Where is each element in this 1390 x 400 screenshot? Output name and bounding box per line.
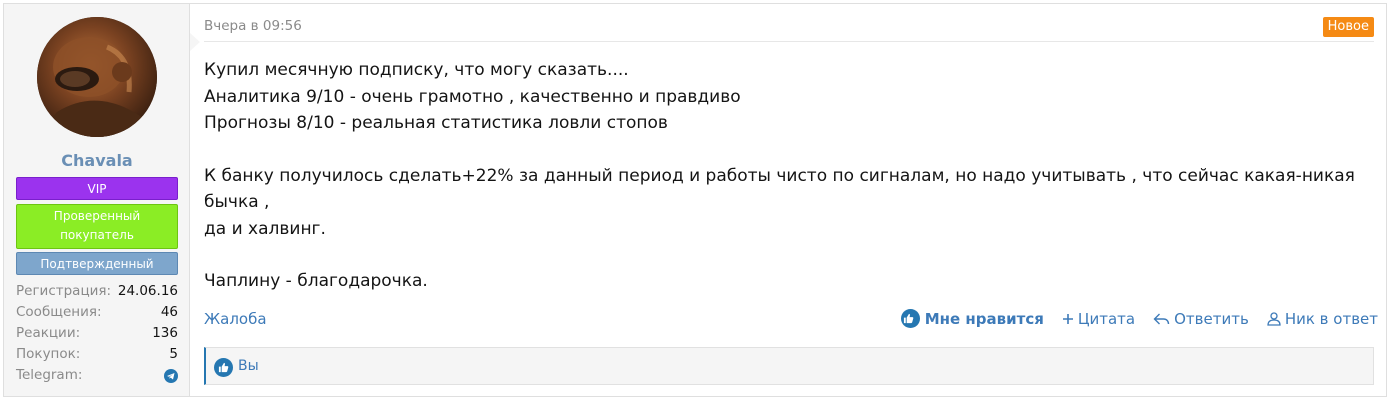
stat-registration: Регистрация: 24.06.16 — [16, 281, 178, 302]
mention-button[interactable]: Ник в ответ — [1267, 310, 1378, 328]
stat-label: Telegram: — [16, 367, 83, 383]
reply-button[interactable]: Ответить — [1153, 310, 1249, 328]
user-sidebar: Chavala VIP Проверенный покупатель Подтв… — [4, 4, 190, 396]
mention-label: Ник в ответ — [1284, 309, 1378, 328]
post-line: Чаплину - благодарочка. — [204, 271, 428, 291]
thumbs-up-icon — [900, 309, 920, 328]
reply-icon — [1153, 313, 1170, 324]
stat-label: Регистрация: — [16, 283, 112, 299]
badge-vip: VIP — [16, 177, 178, 200]
post-line: Купил месячную подписку, что могу сказат… — [204, 60, 629, 80]
post-line: Аналитика 9/10 - очень грамотно , качест… — [204, 86, 741, 107]
header-divider — [204, 41, 1374, 42]
username[interactable]: Chavala — [4, 151, 190, 170]
stat-value[interactable]: 46 — [161, 302, 178, 323]
post-date[interactable]: Вчера в 09:56 — [204, 18, 302, 34]
stat-telegram: Telegram: — [16, 365, 178, 386]
reactions-text[interactable]: Вы — [238, 358, 259, 374]
user-icon — [1267, 311, 1281, 326]
stat-reactions: Реакции: 136 — [16, 323, 178, 344]
stat-messages: Сообщения: 46 — [16, 302, 178, 323]
plus-icon — [1062, 313, 1073, 324]
badge-confirmed: Подтвержденный — [16, 252, 178, 275]
quote-label: Цитата — [1077, 309, 1136, 328]
like-label: Мне нравится — [924, 309, 1044, 328]
stat-label: Реакции: — [16, 325, 81, 341]
stat-label: Покупок: — [16, 346, 81, 362]
stat-purchases: Покупок: 5 — [16, 344, 178, 365]
badge-verified-buyer: Проверенный покупатель — [16, 204, 178, 249]
report-link[interactable]: Жалоба — [204, 310, 267, 328]
reactions-bar: Вы — [204, 347, 1374, 385]
message-post: Chavala VIP Проверенный покупатель Подтв… — [3, 3, 1387, 397]
stat-value: 24.06.16 — [117, 283, 178, 299]
post-body: Купил месячную подписку, что могу сказат… — [204, 57, 1374, 295]
badge-verified-buyer-line1: Проверенный — [53, 209, 141, 223]
reply-label: Ответить — [1174, 309, 1249, 328]
post-actions: Мне нравится Цитата Ответить Ник в ответ — [900, 309, 1378, 328]
post-line: Прогнозы 8/10 - реальная статистика ловл… — [204, 113, 668, 133]
like-button[interactable]: Мне нравится — [900, 309, 1044, 328]
post-main: Вчера в 09:56 Новое Купил месячную подпи… — [190, 4, 1386, 396]
thumbs-up-icon — [214, 358, 233, 377]
stat-label: Сообщения: — [16, 304, 102, 320]
quote-button[interactable]: Цитата — [1062, 310, 1135, 328]
telegram-icon[interactable] — [164, 369, 178, 383]
post-line: К банку получилось сделать+22% за данный… — [204, 165, 1355, 213]
user-stats: Регистрация: 24.06.16 Сообщения: 46 Реак… — [16, 281, 178, 386]
post-line: да и халвинг. — [204, 218, 326, 239]
avatar[interactable] — [37, 17, 157, 137]
avatar-image-icon — [37, 17, 157, 137]
stat-value: 136 — [152, 325, 178, 341]
badge-verified-buyer-line2: покупатель — [60, 228, 134, 242]
stat-value: 5 — [169, 346, 178, 362]
new-badge: Новое — [1322, 17, 1374, 37]
